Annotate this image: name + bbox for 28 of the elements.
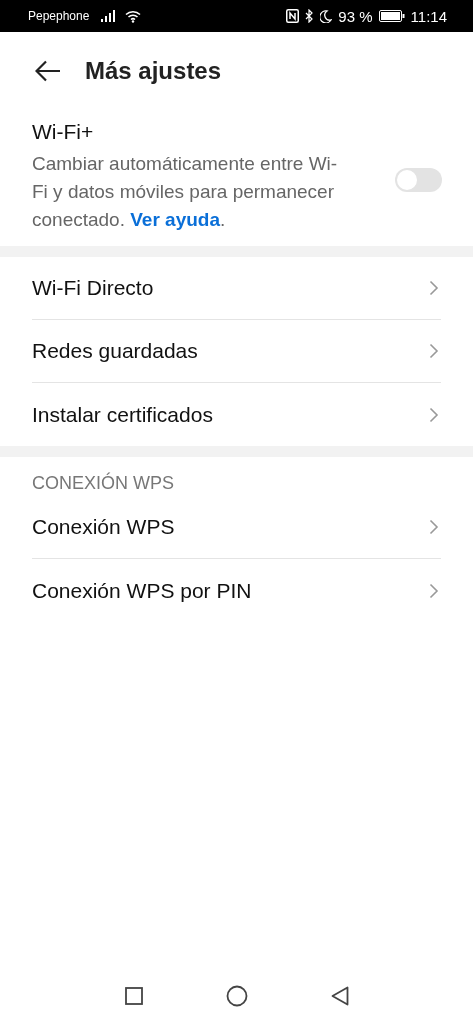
menu-item[interactable]: Conexión WPS por PIN (32, 559, 441, 622)
menu-item[interactable]: Wi-Fi Directo (32, 257, 441, 320)
help-link[interactable]: Ver ayuda (130, 209, 221, 230)
back-nav-icon[interactable] (330, 986, 349, 1006)
bluetooth-icon (305, 9, 315, 23)
menu-item[interactable]: Redes guardadas (32, 320, 441, 383)
nfc-icon (286, 9, 300, 23)
chevron-icon (429, 519, 439, 535)
wifi-icon (125, 9, 142, 23)
home-icon[interactable] (225, 985, 248, 1007)
moon-icon (320, 9, 333, 23)
chevron-icon (429, 280, 439, 296)
section-header: CONEXIÓN WPS (31, 471, 175, 494)
battery-percent: 93 % (338, 7, 373, 25)
battery-icon (378, 10, 405, 22)
back-icon[interactable] (35, 60, 61, 82)
toggle-switch[interactable] (395, 168, 442, 192)
carrier-name: Pepephone (28, 9, 90, 23)
menu-item[interactable]: Instalar certificados (32, 383, 441, 446)
chevron-icon (429, 406, 439, 423)
chevron-icon (429, 343, 439, 359)
recents-icon[interactable] (124, 987, 143, 1005)
setting-title: Wi-Fi+ (32, 120, 94, 144)
page-title: Más ajustes (85, 57, 222, 85)
setting-description: Cambiar automáticamente entre Wi-Fi y datos móviles para permanecer conectado. Ver ayuda. (32, 152, 339, 232)
chevron-icon (429, 582, 439, 599)
menu-item[interactable]: Conexión WPS (32, 496, 441, 559)
clock: 11:14 (410, 7, 447, 25)
